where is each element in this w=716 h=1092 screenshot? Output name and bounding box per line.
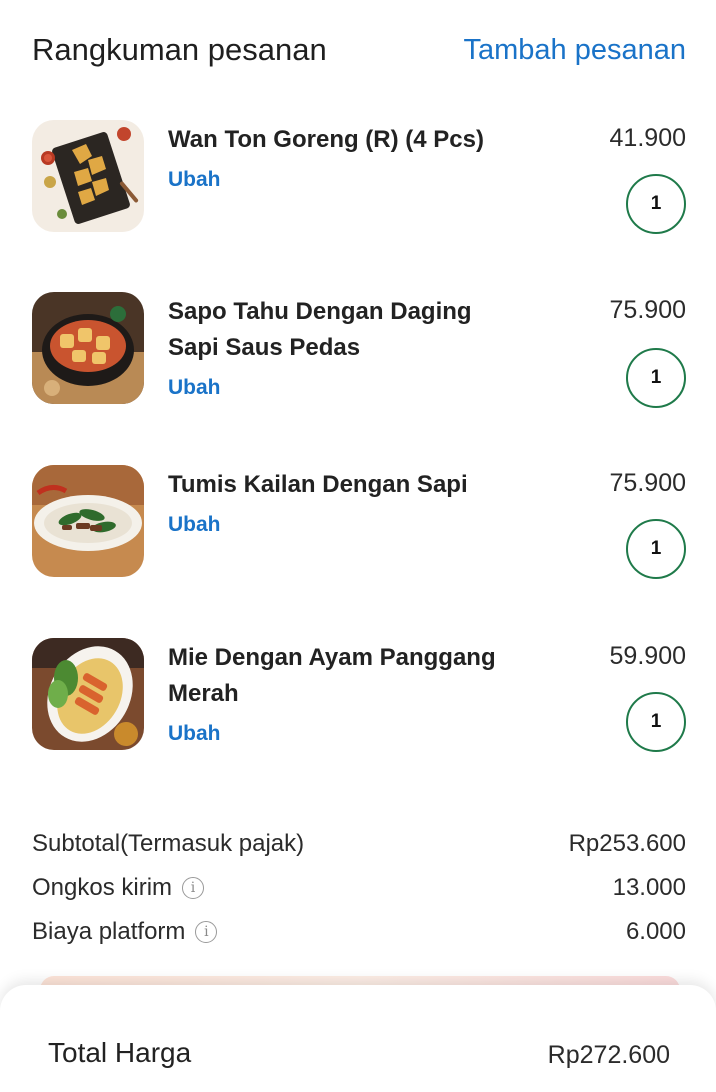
edit-item-link[interactable]: Ubah	[168, 168, 221, 192]
subtotal-row: Subtotal(Termasuk pajak) Rp253.600	[32, 822, 686, 866]
stir-fry-kailan-image	[32, 465, 144, 577]
order-item: Wan Ton Goreng (R) (4 Pcs) Ubah 41.900 1	[32, 120, 686, 250]
edit-item-link[interactable]: Ubah	[168, 722, 221, 746]
quantity-selector[interactable]: 1	[626, 348, 686, 408]
quantity-selector[interactable]: 1	[626, 174, 686, 234]
order-item: Tumis Kailan Dengan Sapi Ubah 75.900 1	[32, 465, 686, 595]
order-summary-header: Rangkuman pesanan Tambah pesanan	[32, 30, 686, 70]
item-name: Tumis Kailan Dengan Sapi	[168, 471, 468, 498]
total-label: Total Harga	[48, 1037, 192, 1068]
tofu-claypot-image	[32, 292, 144, 404]
delivery-fee-row: Ongkos kirim i 13.000	[32, 866, 686, 910]
edit-item-link[interactable]: Ubah	[168, 513, 221, 537]
item-price: 75.900	[609, 469, 686, 497]
item-name: Wan Ton Goreng (R) (4 Pcs)	[168, 126, 484, 153]
quantity-selector[interactable]: 1	[626, 692, 686, 752]
item-name: Sapo Tahu Dengan Daging Sapi Saus Pedas	[168, 298, 472, 361]
item-name: Mie Dengan Ayam Panggang Merah	[168, 644, 496, 707]
add-order-link[interactable]: Tambah pesanan	[464, 34, 687, 67]
subtotal-label: Subtotal(Termasuk pajak)	[32, 830, 305, 857]
platform-fee-row: Biaya platform i 6.000	[32, 910, 686, 954]
delivery-fee-value: 13.000	[612, 874, 686, 901]
info-icon[interactable]: i	[182, 877, 205, 899]
price-summary: Subtotal(Termasuk pajak) Rp253.600 Ongko…	[32, 822, 686, 954]
order-item: Mie Dengan Ayam Panggang Merah Ubah 59.9…	[32, 638, 686, 768]
edit-item-link[interactable]: Ubah	[168, 376, 221, 400]
platform-fee-value: 6.000	[625, 918, 686, 945]
total-footer: Total Harga Rp272.600	[0, 985, 716, 1092]
page-title: Rangkuman pesanan	[32, 32, 327, 67]
item-price: 41.900	[609, 124, 686, 152]
quantity-selector[interactable]: 1	[626, 519, 686, 579]
noodle-roast-chicken-image	[32, 638, 144, 750]
platform-fee-label: Biaya platform	[32, 918, 186, 945]
delivery-fee-label: Ongkos kirim	[32, 874, 173, 901]
subtotal-value: Rp253.600	[568, 830, 686, 857]
info-icon[interactable]: i	[195, 921, 218, 943]
total-value: Rp272.600	[547, 1041, 670, 1069]
item-price: 75.900	[609, 296, 686, 324]
order-item: Sapo Tahu Dengan Daging Sapi Saus Pedas …	[32, 292, 686, 422]
fried-wonton-image	[32, 120, 144, 232]
item-price: 59.900	[609, 642, 686, 670]
